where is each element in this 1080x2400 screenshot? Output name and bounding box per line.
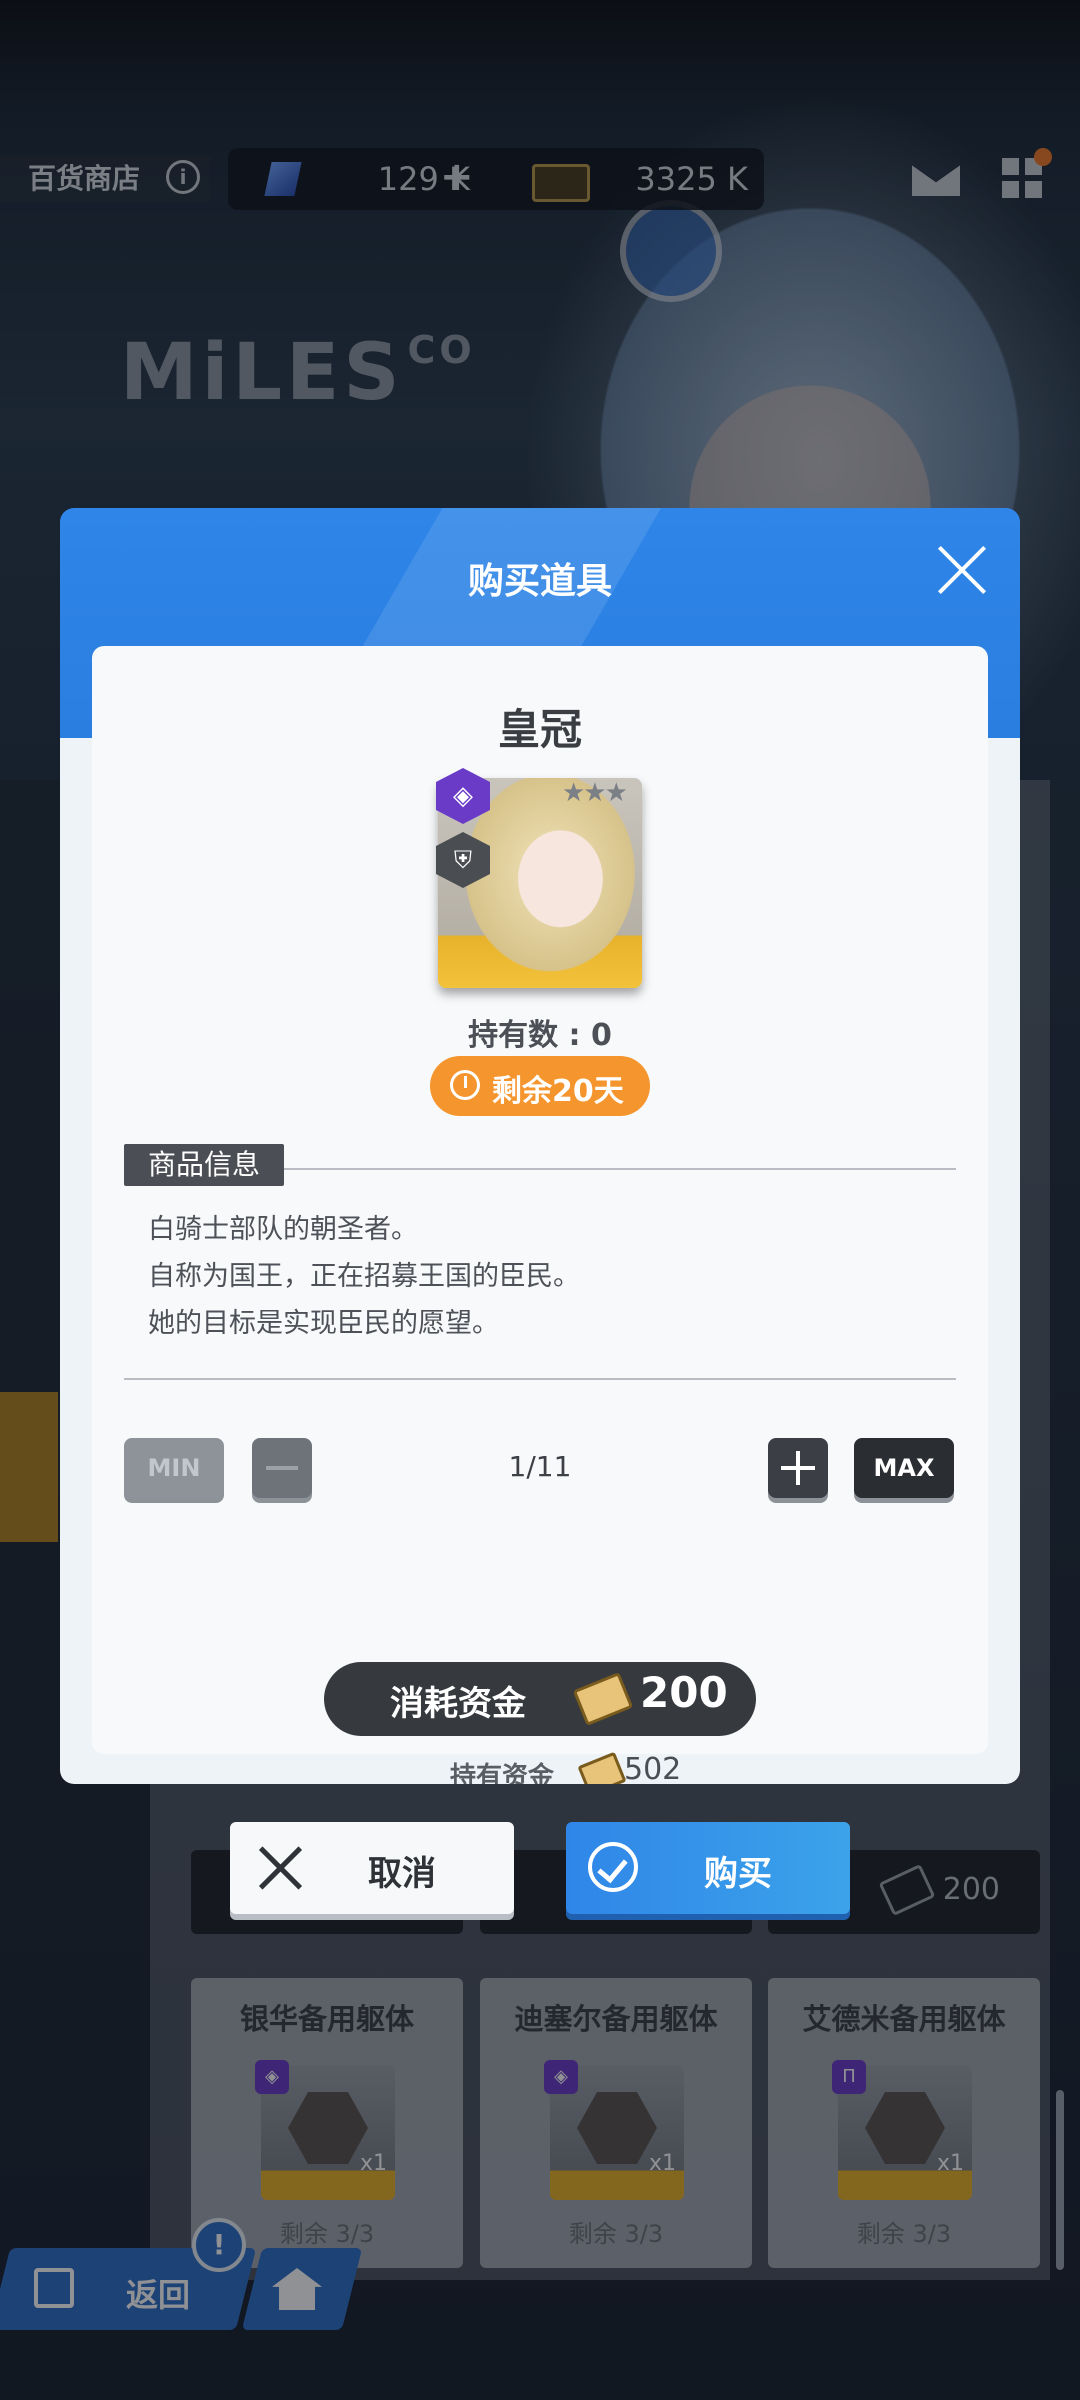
- description-line: 白骑士部队的朝圣者。: [148, 1214, 418, 1245]
- cancel-button[interactable]: 取消: [230, 1822, 514, 1914]
- star-rating: ★★★: [562, 778, 628, 808]
- owned-count: 持有数 : 0: [468, 1018, 612, 1053]
- buy-button[interactable]: 购买: [566, 1822, 850, 1914]
- cost-label: 消耗资金: [390, 1684, 526, 1724]
- dialog-body: 皇冠 ◈ ⛨ ★★★ 持有数 : 0 剩余20天 商品信息 白骑士部队的朝圣者。…: [92, 646, 988, 1784]
- close-icon[interactable]: [936, 544, 988, 596]
- buy-label: 购买: [704, 1854, 772, 1894]
- description-line: 自称为国王，正在招募王国的臣民。: [148, 1261, 580, 1292]
- divider: [124, 1378, 956, 1380]
- time-remaining-text: 剩余20天: [492, 1074, 624, 1109]
- purchase-dialog: 购买道具 皇冠 ◈ ⛨ ★★★ 持有数 : 0 剩余20天 商品信息 白骑士部队…: [60, 508, 1020, 1784]
- check-icon: [588, 1842, 638, 1892]
- item-name: 皇冠: [497, 705, 582, 754]
- close-icon: [256, 1844, 304, 1892]
- cancel-label: 取消: [368, 1854, 436, 1894]
- max-button[interactable]: MAX: [854, 1438, 954, 1498]
- held-funds-value: 502: [624, 1752, 682, 1784]
- increment-button[interactable]: [768, 1438, 828, 1498]
- description-line: 她的目标是实现臣民的愿望。: [148, 1308, 499, 1339]
- held-funds-label: 持有资金: [450, 1762, 555, 1784]
- clock-icon: [450, 1070, 480, 1100]
- item-description: 白骑士部队的朝圣者。 自称为国王，正在招募王国的臣民。 她的目标是实现臣民的愿望…: [148, 1206, 580, 1347]
- section-label: 商品信息: [124, 1144, 284, 1186]
- cost-value: 200: [640, 1668, 728, 1717]
- cash-icon: [577, 1751, 627, 1784]
- dialog-title: 购买道具: [467, 561, 612, 602]
